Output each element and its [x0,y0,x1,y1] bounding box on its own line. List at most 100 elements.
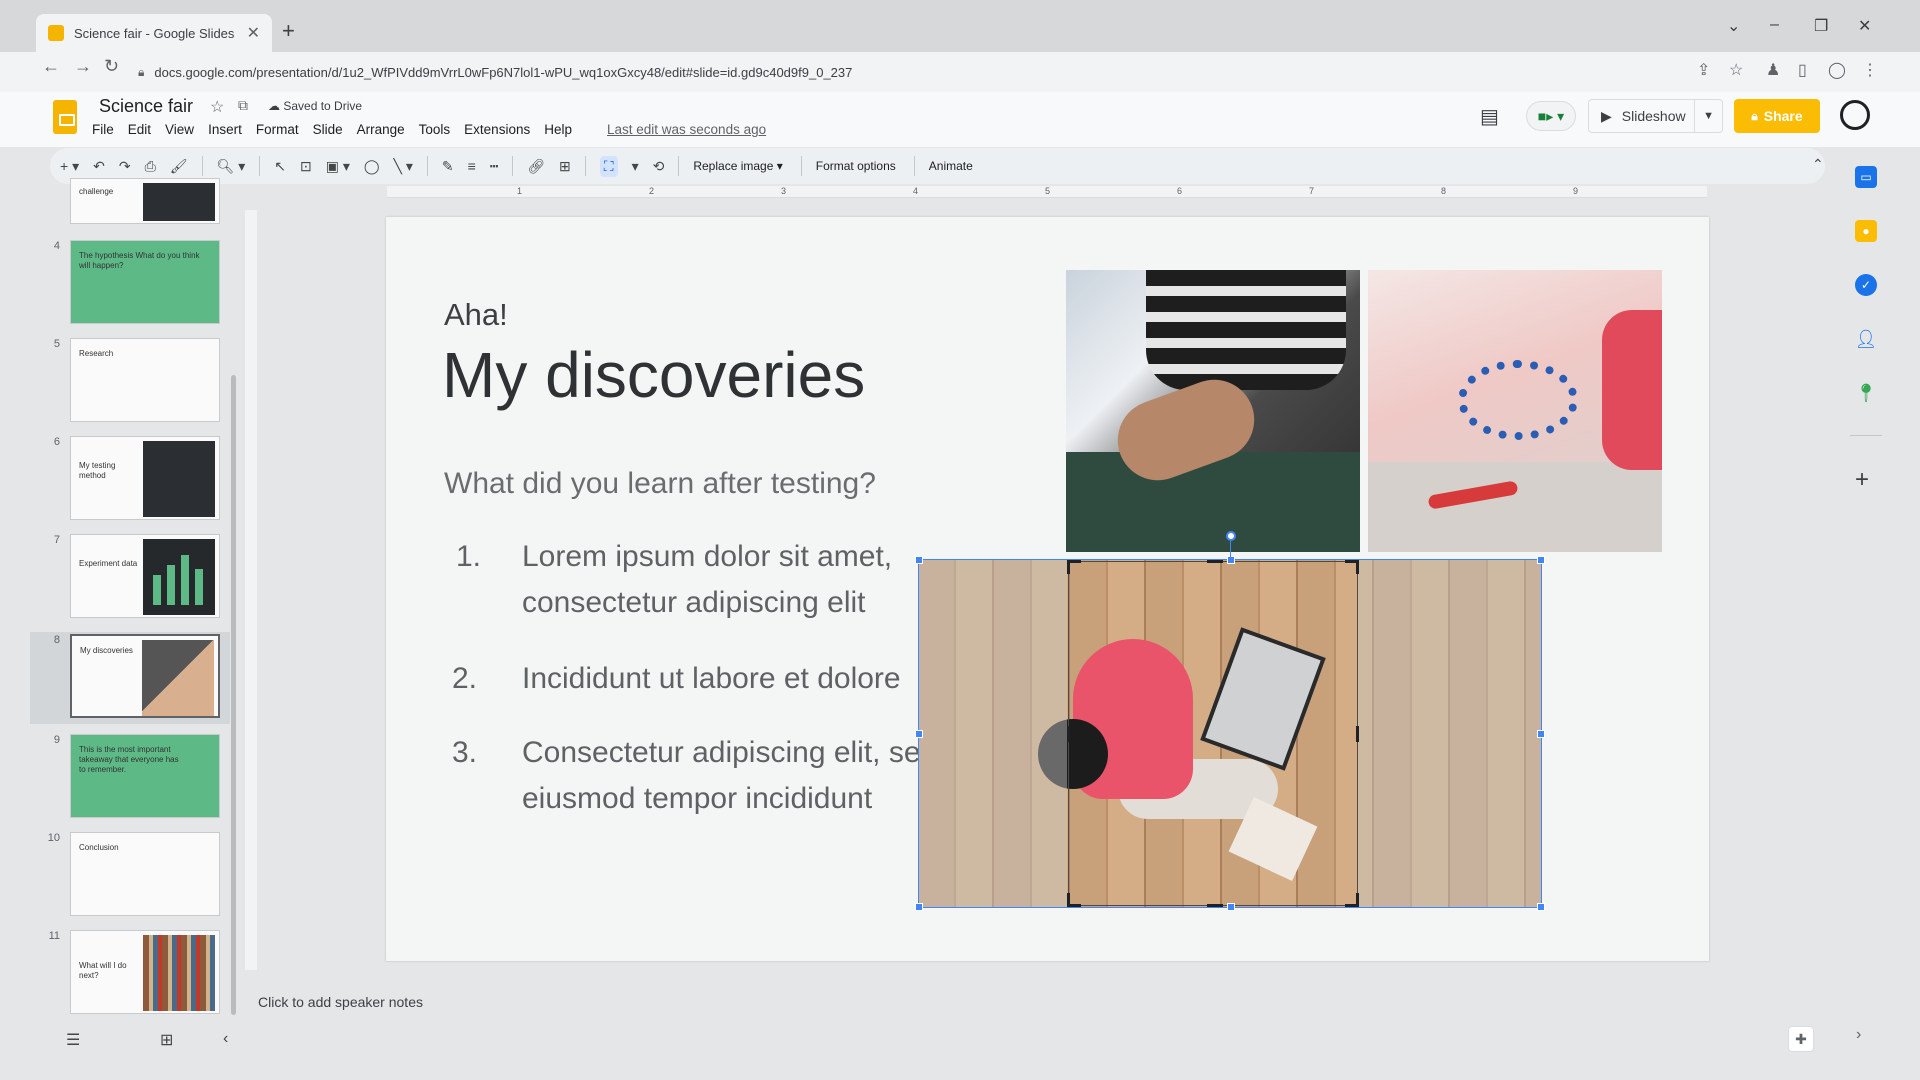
restore-icon[interactable]: ❐ [1814,16,1828,36]
collapse-filmstrip-icon[interactable]: ‹ [223,1030,228,1048]
hide-menus-icon[interactable]: ⌃ [1812,156,1824,173]
slide-kicker[interactable]: Aha! [444,297,508,333]
menu-insert[interactable]: Insert [208,122,242,137]
menu-file[interactable]: File [92,122,114,137]
crop-edge-handle[interactable] [1067,726,1081,742]
text-box-icon[interactable]: ⊡ [300,158,312,175]
zoom-icon[interactable]: 🔍︎ ▾ [217,158,246,175]
undo-icon[interactable]: ↶ [93,158,105,175]
workbench-photo[interactable] [1368,270,1662,552]
crop-frame[interactable] [1067,560,1359,907]
tab-search-icon[interactable]: ⌄ [1727,16,1740,36]
slide-question[interactable]: What did you learn after testing? [444,467,876,501]
show-side-panel-icon[interactable]: › [1856,1026,1861,1044]
share-page-icon[interactable]: ⇪ [1697,60,1710,80]
slide-thumbnail[interactable]: Conclusion [70,832,220,916]
menu-help[interactable]: Help [544,122,572,137]
add-comment-icon[interactable]: ⊞ [559,158,571,175]
slide-thumbnail[interactable]: challenge [70,178,220,224]
meet-button[interactable]: ■▸ ▾ [1526,101,1576,131]
filmstrip-scrollbar[interactable] [231,375,236,1015]
move-to-folder-icon[interactable]: ⧉ [238,97,248,114]
explore-icon[interactable]: ✚ [1788,1026,1814,1052]
share-button[interactable]: 🔒︎ Share [1734,99,1820,133]
crop-edge-handle[interactable] [1207,893,1223,907]
border-color-icon[interactable]: ✎ [442,158,454,175]
maps-icon[interactable]: 📍︎ [1855,382,1878,404]
insert-image-icon[interactable]: ▣ ▾ [326,158,350,175]
soldering-photo[interactable] [1066,270,1360,552]
save-status[interactable]: ☁︎ Saved to Drive [268,99,362,113]
reset-image-icon[interactable]: ⟲ [653,158,665,175]
slides-sidepanel-icon[interactable]: ▭ [1855,166,1877,188]
shape-icon[interactable]: ◯ [364,158,380,175]
minimize-icon[interactable]: – [1770,16,1779,34]
slide-thumbnail[interactable]: This is the most important takeaway that… [70,734,220,818]
extensions-icon[interactable]: ♟ [1766,60,1780,80]
slide-thumbnail[interactable]: Experiment data [70,534,220,618]
profile-icon[interactable]: ◯ [1828,60,1846,80]
slide-thumbnail[interactable]: What will I do next? [70,930,220,1014]
new-tab-icon[interactable]: + [282,18,295,44]
reload-icon[interactable]: ↻ [104,56,119,77]
border-dash-icon[interactable]: ┅ [490,158,498,175]
menu-format[interactable]: Format [256,122,299,137]
redo-icon[interactable]: ↷ [119,158,131,175]
line-icon[interactable]: ╲ ▾ [394,158,413,175]
new-slide-icon[interactable]: + ▾ [60,158,79,175]
link-icon[interactable]: 🔗︎ [527,158,545,175]
contacts-icon[interactable]: 👤︎ [1855,328,1878,350]
get-add-ons-icon[interactable]: + [1855,466,1869,494]
select-icon[interactable]: ↖ [274,158,286,175]
slide-thumbnail[interactable]: The hypothesis What do you think will ha… [70,240,220,324]
list-view-icon[interactable]: ☰ [66,1030,80,1050]
avatar[interactable] [1840,100,1870,130]
crop-edge-handle[interactable] [1207,560,1223,574]
crop-image-icon[interactable]: ⛶ [599,155,618,177]
sidebar-icon[interactable]: ▯ [1798,60,1807,80]
menu-edit[interactable]: Edit [128,122,151,137]
document-title[interactable]: Science fair [99,96,193,117]
back-icon[interactable]: ← [42,56,60,77]
url-field[interactable]: 🔒︎ docs.google.com/presentation/d/1u2_Wf… [138,57,1698,87]
crop-edge-handle[interactable] [1345,726,1359,742]
menu-arrange[interactable]: Arrange [357,122,405,137]
replace-image-button[interactable]: Replace image ▾ [693,159,782,173]
comment-history-icon[interactable]: ▤ [1480,104,1499,129]
print-icon[interactable]: ⎙ [145,158,156,175]
star-icon[interactable]: ☆ [210,97,224,117]
crop-corner-handle[interactable] [1067,560,1081,574]
speaker-notes[interactable]: Click to add speaker notes [258,994,423,1010]
menu-tools[interactable]: Tools [419,122,451,137]
browser-tab[interactable]: Science fair - Google Slides ✕ [36,14,272,52]
format-options-button[interactable]: Format options [816,159,896,173]
animate-button[interactable]: Animate [929,159,973,173]
keep-icon[interactable]: ● [1855,220,1877,242]
rotation-handle[interactable] [1226,531,1236,541]
crop-corner-handle[interactable] [1345,893,1359,907]
browser-menu-icon[interactable]: ⋮ [1862,60,1878,80]
close-window-icon[interactable]: ✕ [1858,16,1871,36]
bookmark-star-icon[interactable]: ☆ [1729,60,1743,80]
slide-thumbnail[interactable]: My testing method [70,436,220,520]
forward-icon[interactable]: → [74,56,92,77]
slide-heading[interactable]: My discoveries [442,338,865,412]
border-weight-icon[interactable]: ≡ [468,158,476,174]
slide-thumbnail-selected[interactable]: My discoveries [70,634,220,718]
slide-thumbnail[interactable]: Research [70,338,220,422]
mask-image-icon[interactable]: ▾ [632,158,639,175]
crop-corner-handle[interactable] [1067,893,1081,907]
last-edit-link[interactable]: Last edit was seconds ago [607,122,766,137]
notes-divider[interactable] [246,978,1836,982]
paint-format-icon[interactable]: 🖌︎ [170,158,188,175]
slideshow-button[interactable]: ▶ Slideshow ▼ [1588,99,1723,133]
grid-view-icon[interactable]: ⊞ [160,1030,173,1050]
menu-slide[interactable]: Slide [313,122,343,137]
crop-corner-handle[interactable] [1345,560,1359,574]
close-tab-icon[interactable]: ✕ [247,23,260,43]
slides-logo-icon[interactable] [53,100,77,134]
slideshow-dropdown-icon[interactable]: ▼ [1694,100,1722,132]
tasks-icon[interactable]: ✓ [1855,274,1877,296]
menu-view[interactable]: View [165,122,194,137]
menu-extensions[interactable]: Extensions [464,122,530,137]
